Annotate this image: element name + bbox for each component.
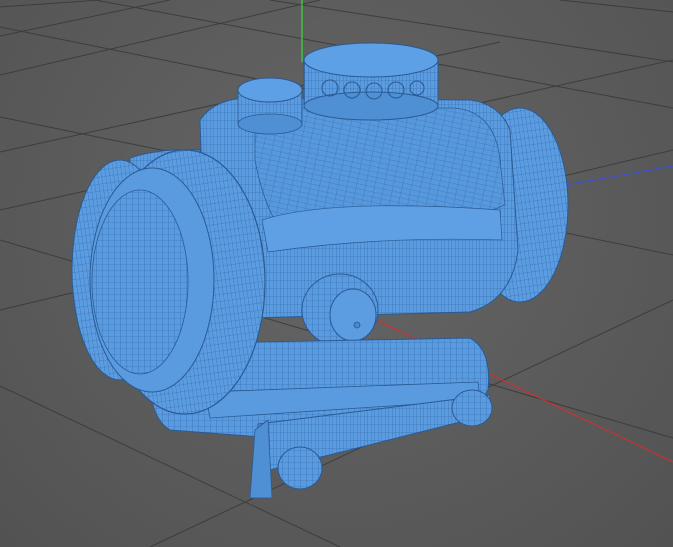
mount-screw-rear[interactable]: [451, 389, 493, 427]
battery-cap[interactable]: [237, 77, 303, 135]
z-axis-line: [559, 165, 673, 187]
mount-screw-front[interactable]: [277, 446, 323, 490]
top-turret[interactable]: [303, 42, 439, 121]
viewport-canvas[interactable]: [0, 0, 673, 547]
side-turret[interactable]: [301, 273, 379, 347]
model-red-dot-sight[interactable]: [71, 42, 569, 499]
3d-viewport[interactable]: [0, 0, 673, 547]
front-lens-housing[interactable]: [71, 149, 266, 415]
